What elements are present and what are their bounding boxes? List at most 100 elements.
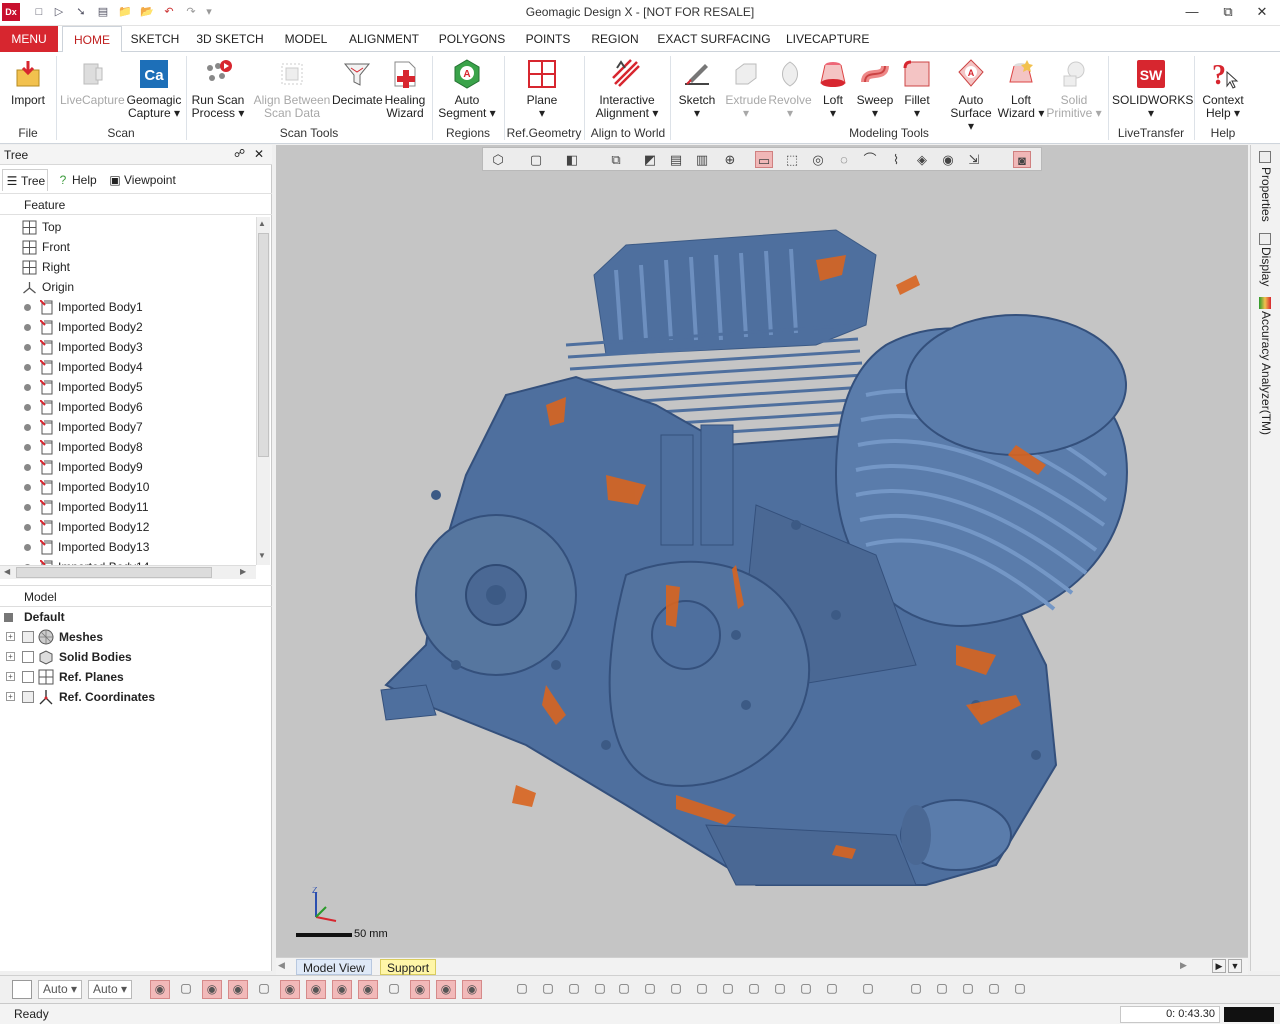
visibility-dot-icon[interactable] <box>24 324 31 331</box>
extend-select-icon[interactable]: ⇲ <box>965 151 983 168</box>
visibility-dot-icon[interactable] <box>24 504 31 511</box>
tree-item-imported-body[interactable]: Imported Body14 <box>0 557 256 565</box>
front-view-icon[interactable]: ⧉ <box>607 151 625 168</box>
auto-surface-button[interactable]: A Auto Surface ▾ <box>946 56 996 133</box>
tree-item-imported-body[interactable]: Imported Body8 <box>0 437 256 457</box>
tree-item-imported-body[interactable]: Imported Body7 <box>0 417 256 437</box>
copy-view-icon[interactable]: ▢ <box>858 980 878 999</box>
view-zoom-icon[interactable]: ▢ <box>590 980 610 999</box>
tab-sketch[interactable]: SKETCH <box>130 26 180 52</box>
loft-button[interactable]: Loft ▾ <box>814 56 852 122</box>
show-ref-geometry-icon[interactable]: ◉ <box>332 980 352 999</box>
show-3d-sketch-icon[interactable]: ◉ <box>306 980 326 999</box>
tab-menu[interactable]: MENU <box>0 26 58 52</box>
view-left-icon[interactable]: ▢ <box>718 980 738 999</box>
view-select-icon[interactable]: ⬡ <box>489 151 507 168</box>
show-mesh-icon[interactable]: ◉ <box>150 980 170 999</box>
sketch-button[interactable]: Sketch ▾ <box>674 56 720 122</box>
show-sketch-icon[interactable]: ◉ <box>280 980 300 999</box>
flood-fill-icon[interactable]: ◈ <box>913 151 931 168</box>
view-back-icon[interactable]: ▢ <box>640 980 660 999</box>
visibility-dot-icon[interactable] <box>24 444 31 451</box>
scroll-down-icon[interactable]: ▼ <box>258 551 266 560</box>
extrude-button[interactable]: Extrude ▾ <box>724 56 768 122</box>
view-rotate-icon[interactable]: ▢ <box>538 980 558 999</box>
tab-scroll-left-icon[interactable]: ◀ <box>278 960 285 971</box>
expand-icon[interactable]: + <box>6 632 15 641</box>
section-plane-icon[interactable]: ◩ <box>641 151 659 168</box>
show-deviation-icon[interactable]: ◉ <box>462 980 482 999</box>
tree-item-imported-body[interactable]: Imported Body3 <box>0 337 256 357</box>
scroll-thumb[interactable] <box>258 233 269 457</box>
loft-wizard-button[interactable]: Loft Wizard ▾ <box>996 56 1046 122</box>
visibility-dot-icon[interactable] <box>24 424 31 431</box>
accuracy-icon[interactable] <box>1259 297 1271 309</box>
close-icon[interactable]: ✕ <box>254 147 264 161</box>
show-bodies-icon[interactable]: ▢ <box>254 980 274 999</box>
view-fit-icon[interactable]: ▢ <box>512 980 532 999</box>
solid-primitive-button[interactable]: Solid Primitive ▾ <box>1046 56 1102 122</box>
restore-button[interactable]: ⧉ <box>1210 2 1246 22</box>
subtab-viewpoint[interactable]: ▣ Viewpoint <box>106 169 176 191</box>
tree-item-imported-body[interactable]: Imported Body13 <box>0 537 256 557</box>
pin-icon[interactable]: ☍ <box>234 147 245 160</box>
model-item-default[interactable]: Default <box>0 607 272 627</box>
measure-angle-icon[interactable]: ▢ <box>932 980 952 999</box>
tree-item-imported-body[interactable]: Imported Body11 <box>0 497 256 517</box>
scroll-left-icon[interactable]: ◀ <box>4 567 10 576</box>
show-points-icon[interactable]: ▢ <box>176 980 196 999</box>
tree-item-top[interactable]: Top <box>0 217 256 237</box>
tree-item-front[interactable]: Front <box>0 237 256 257</box>
tree-item-origin[interactable]: Origin <box>0 277 256 297</box>
view-top-icon[interactable]: ▢ <box>666 980 686 999</box>
tab-exact-surfacing[interactable]: EXACT SURFACING <box>656 26 772 52</box>
measure-distance-icon[interactable]: ▢ <box>906 980 926 999</box>
measure-area-icon[interactable]: ▢ <box>1010 980 1030 999</box>
subtab-tree[interactable]: ☰ Tree <box>2 169 48 191</box>
model-item-meshes[interactable]: + Meshes <box>0 627 272 647</box>
livecapture-button[interactable]: LiveCapture <box>60 56 125 122</box>
sweep-button[interactable]: Sweep ▾ <box>854 56 896 122</box>
tree-item-imported-body[interactable]: Imported Body10 <box>0 477 256 497</box>
view-front-icon[interactable]: ▢ <box>614 980 634 999</box>
tab-model-view[interactable]: Model View <box>296 959 372 975</box>
visibility-checkbox[interactable] <box>22 651 34 663</box>
tree-item-imported-body[interactable]: Imported Body5 <box>0 377 256 397</box>
lasso-icon[interactable]: ◌ <box>835 151 853 168</box>
section-view-icon[interactable]: ▤ <box>667 151 685 168</box>
scroll-right-icon[interactable]: ▶ <box>240 567 246 576</box>
close-button[interactable]: ✕ <box>1244 2 1280 22</box>
clipping-icon[interactable]: ⊕ <box>721 151 739 168</box>
tab-model[interactable]: MODEL <box>280 26 332 52</box>
measure-length-icon[interactable]: ▢ <box>984 980 1004 999</box>
run-scan-process-button[interactable]: Run Scan Process ▾ <box>190 56 246 122</box>
display-icon[interactable] <box>1259 233 1271 245</box>
tree-item-imported-body[interactable]: Imported Body9 <box>0 457 256 477</box>
visibility-dot-icon[interactable] <box>24 404 31 411</box>
freeform-select-icon[interactable]: ⌒ <box>861 151 879 168</box>
tab-support[interactable]: Support <box>380 959 437 975</box>
show-dimensions-icon[interactable]: ◉ <box>436 980 456 999</box>
show-features-icon[interactable]: ◉ <box>202 980 222 999</box>
subtab-help[interactable]: ? Help <box>54 169 97 191</box>
paint-brush-icon[interactable]: ⌇ <box>887 151 905 168</box>
tab-3d-sketch[interactable]: 3D SKETCH <box>194 26 266 52</box>
view-normal-icon[interactable]: ▢ <box>796 980 816 999</box>
expand-icon[interactable]: + <box>6 692 15 701</box>
split-view-icon[interactable]: ▥ <box>693 151 711 168</box>
tree-item-imported-body[interactable]: Imported Body2 <box>0 317 256 337</box>
tree-item-imported-body[interactable]: Imported Body4 <box>0 357 256 377</box>
healing-wizard-button[interactable]: Healing Wizard <box>382 56 428 122</box>
surface-select-icon[interactable]: ◉ <box>939 151 957 168</box>
show-vectors-icon[interactable]: ◉ <box>410 980 430 999</box>
solidworks-button[interactable]: SW SOLIDWORKS ▾ <box>1112 56 1193 122</box>
show-curves-icon[interactable]: ◉ <box>358 980 378 999</box>
tab-home[interactable]: HOME <box>62 26 122 53</box>
expand-icon[interactable]: + <box>6 672 15 681</box>
rect-select-icon[interactable]: ▭ <box>755 151 773 168</box>
tab-livecapture[interactable]: LIVECAPTURE <box>786 26 869 52</box>
interactive-alignment-button[interactable]: Interactive Alignment ▾ <box>590 56 664 122</box>
auto-segment-button[interactable]: A Auto Segment ▾ <box>436 56 498 122</box>
visibility-dot-icon[interactable] <box>24 484 31 491</box>
tab-accuracy-analyzer[interactable]: Accuracy Analyzer(TM) <box>1256 311 1276 451</box>
